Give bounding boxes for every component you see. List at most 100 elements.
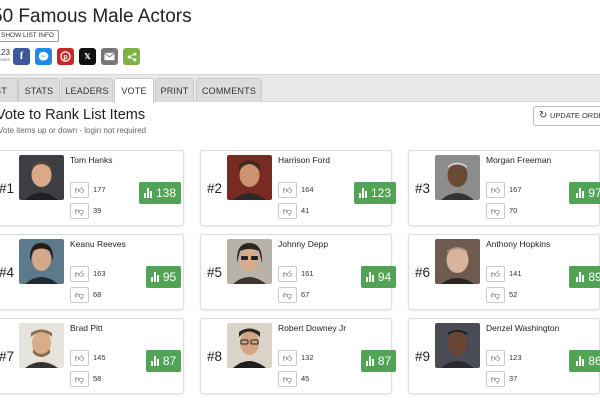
email-share-button[interactable] <box>101 48 118 65</box>
actor-card: #3 Morgan Freeman 👍︎ 167 👎︎ 70 97 <box>408 150 600 226</box>
actor-name: Anthony Hopkins <box>486 239 551 249</box>
upvote-button[interactable]: 👍︎ <box>486 266 505 282</box>
rank-label: #2 <box>207 181 223 196</box>
downvote-count: 45 <box>301 374 310 383</box>
thumbs-down-icon: 👎︎ <box>282 290 293 300</box>
thumbs-down-icon: 👎︎ <box>490 206 501 216</box>
thumbs-up-icon: 👍︎ <box>490 269 501 279</box>
actor-card: #2 Harrison Ford 👍︎ 164 👎︎ 41 123 <box>200 150 396 226</box>
tab-vote[interactable]: VOTE <box>114 78 154 103</box>
thumbs-up-icon: 👍︎ <box>74 185 85 195</box>
update-order-button[interactable]: ↻ UPDATE ORDER <box>533 106 600 126</box>
downvote-button[interactable]: 👎︎ <box>486 287 505 303</box>
thumbs-up-icon: 👍︎ <box>282 185 293 195</box>
bar-chart-icon <box>150 356 159 366</box>
pinterest-share-button[interactable]: p <box>57 48 74 65</box>
actor-card: #6 Anthony Hopkins 👍︎ 141 👎︎ 52 89 <box>408 234 600 310</box>
score-badge: 97 <box>569 182 600 204</box>
downvote-button[interactable]: 👎︎ <box>278 371 297 387</box>
messenger-icon <box>38 51 49 61</box>
messenger-share-button[interactable] <box>35 48 52 65</box>
x-icon: 𝕏 <box>84 52 91 61</box>
bar-chart-icon <box>576 272 585 282</box>
bar-chart-icon <box>576 188 585 198</box>
downvote-count: 68 <box>93 290 102 299</box>
thumbs-up-icon: 👍︎ <box>74 353 85 363</box>
score-badge: 87 <box>361 350 396 372</box>
upvote-button[interactable]: 👍︎ <box>70 350 89 366</box>
bar-chart-icon <box>365 356 374 366</box>
rank-label: #4 <box>0 265 15 280</box>
thumbs-down-icon: 👎︎ <box>282 206 293 216</box>
downvote-button[interactable]: 👎︎ <box>278 287 297 303</box>
upvote-count: 132 <box>301 353 314 362</box>
upvote-button[interactable]: 👍︎ <box>70 182 89 198</box>
actor-photo <box>19 239 64 284</box>
actor-name: Robert Downey Jr <box>278 323 347 333</box>
thumbs-down-icon: 👎︎ <box>490 290 501 300</box>
downvote-count: 70 <box>509 206 518 215</box>
downvote-button[interactable]: 👎︎ <box>70 287 89 303</box>
actor-card: #9 Denzel Washington 👍︎ 123 👎︎ 37 86 <box>408 318 600 394</box>
upvote-button[interactable]: 👍︎ <box>70 266 89 282</box>
score-value: 87 <box>377 354 392 368</box>
score-value: 89 <box>588 270 600 284</box>
upvote-count: 123 <box>509 353 522 362</box>
share-count-label: shares <box>0 57 10 62</box>
svg-text:p: p <box>63 54 67 61</box>
tab-list[interactable]: LIST <box>0 78 18 102</box>
upvote-count: 163 <box>93 269 106 278</box>
facebook-icon: f <box>19 51 24 62</box>
tab-leaders[interactable]: LEADERS <box>61 78 113 102</box>
downvote-button[interactable]: 👎︎ <box>70 371 89 387</box>
actor-photo <box>19 323 64 368</box>
refresh-icon: ↻ <box>539 110 548 121</box>
score-value: 95 <box>162 270 177 284</box>
downvote-button[interactable]: 👎︎ <box>278 203 297 219</box>
generic-share-button[interactable] <box>123 48 140 65</box>
envelope-icon <box>104 52 115 61</box>
upvote-button[interactable]: 👍︎ <box>278 266 297 282</box>
tab-print[interactable]: PRINT <box>155 78 194 102</box>
actor-photo <box>435 239 480 284</box>
downvote-button[interactable]: 👎︎ <box>486 371 505 387</box>
x-share-button[interactable]: 𝕏 <box>79 48 96 65</box>
actor-card: #4 Keanu Reeves 👍︎ 163 👎︎ 68 95 <box>0 234 184 310</box>
rank-label: #8 <box>207 349 223 364</box>
update-order-label: UPDATE ORDER <box>550 111 600 120</box>
actor-card: #5 Johnny Depp 👍︎ 161 👎︎ 67 94 <box>200 234 396 310</box>
bar-chart-icon <box>150 272 159 282</box>
thumbs-up-icon: 👍︎ <box>490 353 501 363</box>
rank-label: #5 <box>207 265 223 280</box>
score-value: 138 <box>155 186 177 200</box>
show-list-info-button[interactable]: SHOW LIST INFO <box>0 30 59 42</box>
downvote-button[interactable]: 👎︎ <box>70 203 89 219</box>
share-icon <box>127 52 136 61</box>
rank-label: #7 <box>0 349 15 364</box>
bar-chart-icon <box>576 356 585 366</box>
share-count-value: 123 <box>0 48 10 57</box>
thumbs-up-icon: 👍︎ <box>282 269 293 279</box>
tab-comments[interactable]: COMMENTS <box>196 78 262 102</box>
actor-name: Harrison Ford <box>278 155 330 165</box>
upvote-button[interactable]: 👍︎ <box>278 350 297 366</box>
score-badge: 95 <box>146 266 181 288</box>
thumbs-down-icon: 👎︎ <box>74 290 85 300</box>
upvote-button[interactable]: 👍︎ <box>486 350 505 366</box>
score-value: 123 <box>370 186 392 200</box>
share-count: 123 shares <box>0 48 10 62</box>
actor-card: #1 Tom Hanks 👍︎ 177 👎︎ 39 138 <box>0 150 184 226</box>
bar-chart-icon <box>143 188 152 198</box>
vote-heading: Vote to Rank List Items <box>0 107 146 123</box>
facebook-share-button[interactable]: f <box>13 48 30 65</box>
upvote-button[interactable]: 👍︎ <box>486 182 505 198</box>
score-badge: 94 <box>361 266 396 288</box>
thumbs-up-icon: 👍︎ <box>74 269 85 279</box>
actor-photo <box>19 155 64 200</box>
thumbs-down-icon: 👎︎ <box>74 374 85 384</box>
pinterest-icon: p <box>60 51 71 62</box>
tab-stats[interactable]: STATS <box>18 78 60 102</box>
rank-label: #3 <box>415 181 431 196</box>
downvote-button[interactable]: 👎︎ <box>486 203 505 219</box>
upvote-button[interactable]: 👍︎ <box>278 182 297 198</box>
